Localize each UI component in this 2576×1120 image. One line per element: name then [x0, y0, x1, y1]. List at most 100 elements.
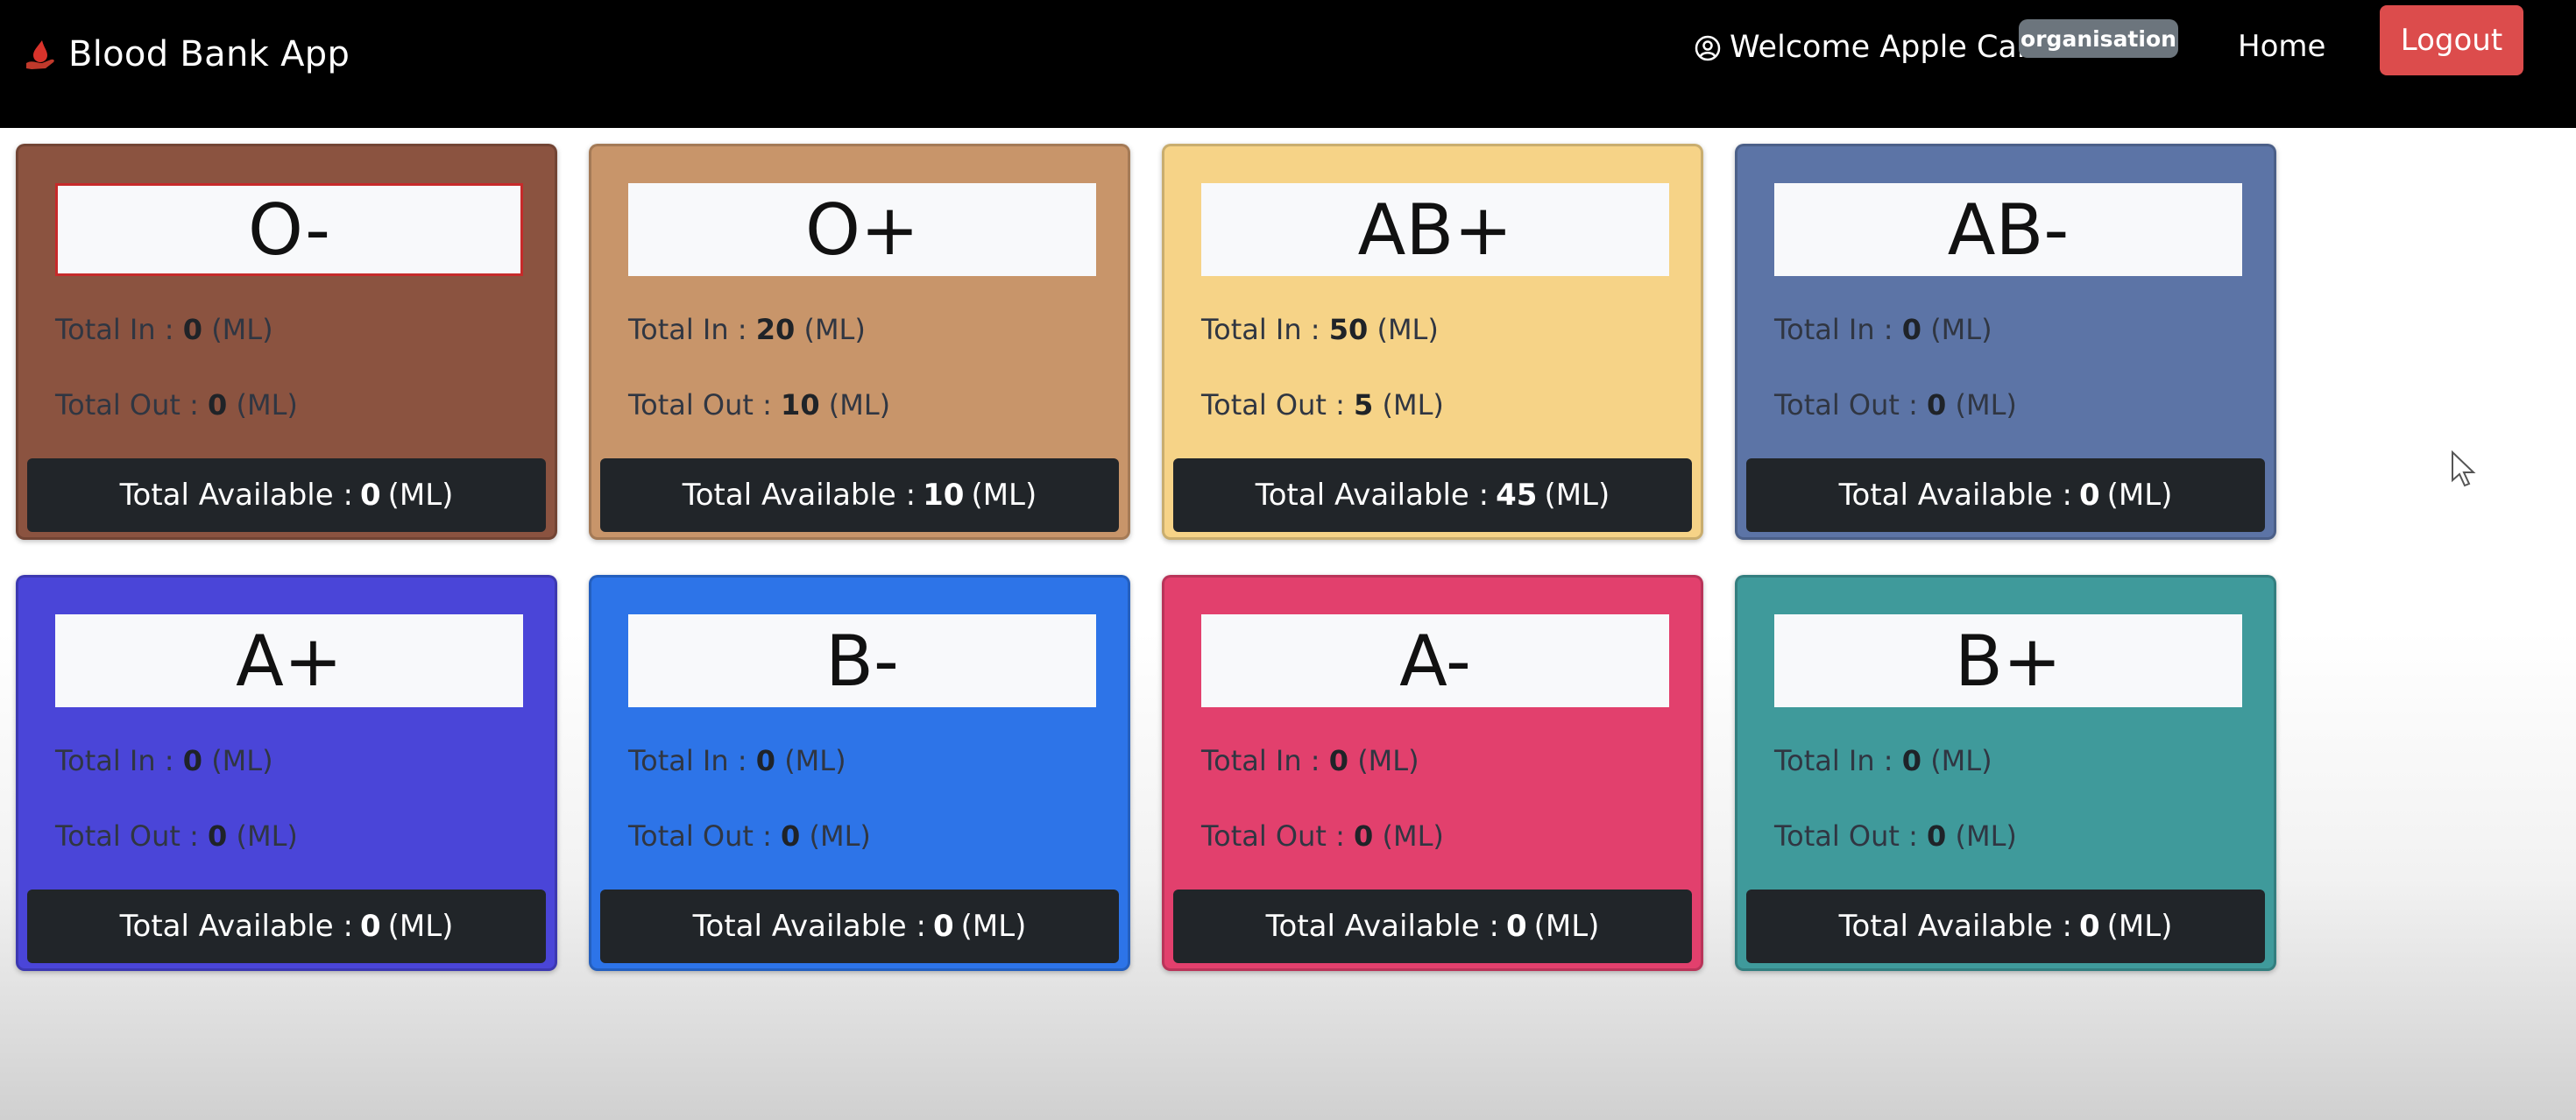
total-in-label: Total In : [1201, 313, 1329, 346]
user-circle-icon [1695, 34, 1721, 61]
total-available-footer: Total Available : 45 (ML) [1173, 458, 1692, 532]
total-out-row: Total Out : 0 (ML) [55, 819, 298, 853]
total-available-label: Total Available : [682, 478, 916, 513]
total-in-label: Total In : [1774, 313, 1902, 346]
total-out-row: Total Out : 5 (ML) [1201, 388, 1444, 422]
blood-group-card: A+ Total In : 0 (ML) Total Out : 0 (ML) … [16, 575, 557, 971]
total-in-unit: (ML) [1930, 744, 1992, 777]
total-available-value: 0 [2078, 909, 2100, 944]
total-available-value: 45 [1496, 478, 1538, 513]
total-in-row: Total In : 0 (ML) [55, 744, 273, 777]
blood-group-label: AB+ [1201, 183, 1669, 276]
total-out-unit: (ML) [236, 388, 298, 422]
total-out-value: 0 [1927, 819, 1947, 853]
total-in-label: Total In : [628, 744, 756, 777]
total-out-row: Total Out : 0 (ML) [55, 388, 298, 422]
total-in-unit: (ML) [803, 313, 866, 346]
total-available-unit: (ML) [2106, 909, 2173, 944]
total-in-value: 50 [1328, 313, 1369, 346]
total-out-label: Total Out : [55, 388, 209, 422]
total-out-value: 0 [208, 388, 228, 422]
total-in-value: 0 [182, 313, 203, 346]
total-available-label: Total Available : [1838, 478, 2072, 513]
total-available-label: Total Available : [1255, 478, 1490, 513]
total-available-footer: Total Available : 0 (ML) [27, 458, 546, 532]
total-out-unit: (ML) [1382, 819, 1444, 853]
total-available-footer: Total Available : 0 (ML) [27, 890, 546, 963]
total-available-value: 0 [359, 478, 381, 513]
blood-group-card: B+ Total In : 0 (ML) Total Out : 0 (ML) … [1735, 575, 2276, 971]
total-in-unit: (ML) [1930, 313, 1992, 346]
blood-group-label: O+ [628, 183, 1096, 276]
total-in-value: 0 [1328, 744, 1349, 777]
blood-group-label: B- [628, 614, 1096, 707]
total-in-value: 0 [755, 744, 776, 777]
blood-group-label: A+ [55, 614, 523, 707]
total-available-unit: (ML) [971, 478, 1037, 513]
total-available-unit: (ML) [1533, 909, 1600, 944]
total-out-row: Total Out : 0 (ML) [1774, 819, 2017, 853]
total-out-value: 10 [781, 388, 820, 422]
total-in-unit: (ML) [211, 744, 273, 777]
total-out-row: Total Out : 0 (ML) [1201, 819, 1444, 853]
total-available-footer: Total Available : 0 (ML) [1173, 890, 1692, 963]
mouse-cursor-icon [2452, 450, 2476, 487]
total-out-label: Total Out : [1201, 819, 1355, 853]
total-available-unit: (ML) [2106, 478, 2173, 513]
total-out-value: 0 [781, 819, 801, 853]
total-in-row: Total In : 0 (ML) [55, 313, 273, 346]
total-in-unit: (ML) [1357, 744, 1419, 777]
total-available-label: Total Available : [119, 478, 353, 513]
total-out-value: 0 [208, 819, 228, 853]
total-in-row: Total In : 0 (ML) [1774, 744, 1992, 777]
total-out-row: Total Out : 10 (ML) [628, 388, 890, 422]
welcome-message: Welcome Apple Care [1695, 25, 2048, 70]
brand[interactable]: Blood Bank App [23, 30, 350, 79]
total-in-value: 0 [1901, 313, 1922, 346]
total-in-row: Total In : 50 (ML) [1201, 313, 1439, 346]
total-available-value: 0 [2078, 478, 2100, 513]
total-available-value: 0 [932, 909, 954, 944]
total-available-value: 10 [923, 478, 965, 513]
total-in-unit: (ML) [1376, 313, 1439, 346]
total-available-footer: Total Available : 0 (ML) [1746, 458, 2265, 532]
total-out-label: Total Out : [628, 819, 782, 853]
total-available-label: Total Available : [1838, 909, 2072, 944]
total-in-row: Total In : 0 (ML) [1201, 744, 1419, 777]
total-in-label: Total In : [628, 313, 756, 346]
total-available-label: Total Available : [119, 909, 353, 944]
total-available-footer: Total Available : 10 (ML) [600, 458, 1119, 532]
blood-group-card: A- Total In : 0 (ML) Total Out : 0 (ML) … [1162, 575, 1703, 971]
total-available-footer: Total Available : 0 (ML) [600, 890, 1119, 963]
logout-button[interactable]: Logout [2380, 5, 2523, 75]
blood-group-label: AB- [1774, 183, 2242, 276]
blood-group-card: O- Total In : 0 (ML) Total Out : 0 (ML) … [16, 144, 557, 540]
total-out-value: 0 [1927, 388, 1947, 422]
home-link[interactable]: Home [2238, 26, 2325, 67]
total-in-row: Total In : 0 (ML) [1774, 313, 1992, 346]
total-available-value: 0 [1505, 909, 1527, 944]
total-in-label: Total In : [1201, 744, 1329, 777]
total-out-unit: (ML) [236, 819, 298, 853]
total-out-unit: (ML) [1382, 388, 1444, 422]
brand-title: Blood Bank App [68, 34, 350, 74]
total-out-unit: (ML) [1955, 819, 2017, 853]
total-in-value: 0 [1901, 744, 1922, 777]
blood-group-card: AB- Total In : 0 (ML) Total Out : 0 (ML)… [1735, 144, 2276, 540]
blood-group-card: B- Total In : 0 (ML) Total Out : 0 (ML) … [589, 575, 1130, 971]
blood-group-card: AB+ Total In : 50 (ML) Total Out : 5 (ML… [1162, 144, 1703, 540]
total-in-label: Total In : [1774, 744, 1902, 777]
total-out-row: Total Out : 0 (ML) [628, 819, 871, 853]
blood-group-label: B+ [1774, 614, 2242, 707]
total-available-footer: Total Available : 0 (ML) [1746, 890, 2265, 963]
total-out-label: Total Out : [628, 388, 782, 422]
total-out-unit: (ML) [828, 388, 891, 422]
total-out-unit: (ML) [809, 819, 871, 853]
total-out-label: Total Out : [1774, 388, 1928, 422]
total-in-row: Total In : 0 (ML) [628, 744, 846, 777]
total-available-unit: (ML) [387, 909, 454, 944]
total-in-label: Total In : [55, 313, 183, 346]
total-out-label: Total Out : [55, 819, 209, 853]
role-badge: organisation [2019, 19, 2178, 58]
total-out-row: Total Out : 0 (ML) [1774, 388, 2017, 422]
